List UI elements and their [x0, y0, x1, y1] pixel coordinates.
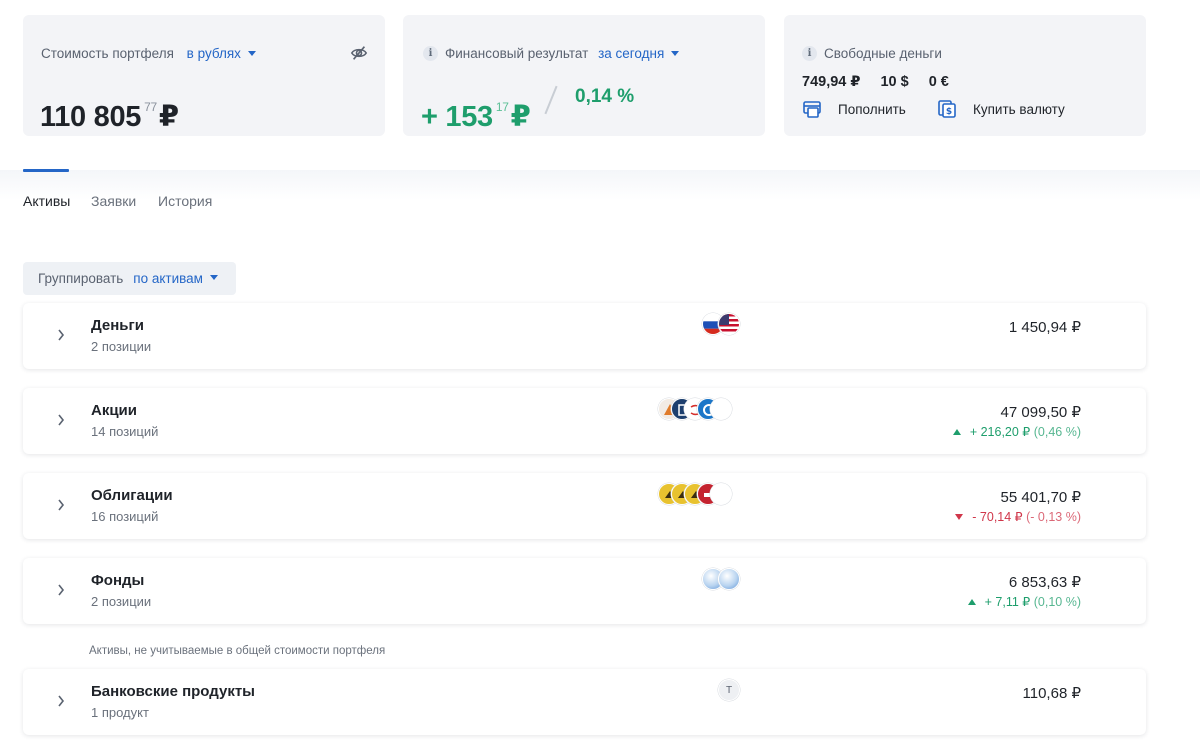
- chevron-right-icon: [58, 329, 65, 341]
- row-subtitle: 16 позиций: [91, 509, 159, 524]
- asset-row-bank-products[interactable]: Банковские продукты 1 продукт Т 110,68 ₽: [23, 669, 1146, 735]
- row-subtitle: 14 позиций: [91, 424, 159, 439]
- wallet-in-icon: [803, 101, 821, 118]
- fin-value-main: + 153: [421, 101, 493, 133]
- eye-slash-icon[interactable]: [350, 44, 368, 62]
- asset-row-funds[interactable]: Фонды 2 позиции 6 853,63 ₽ + 7,11 ₽ (0,1…: [23, 558, 1146, 624]
- arrow-up-icon: [967, 598, 976, 605]
- row-title: Облигации: [91, 487, 173, 504]
- portfolio-label: Стоимость портфеля: [41, 46, 174, 61]
- period-select[interactable]: за сегодня: [598, 46, 680, 61]
- currency-select[interactable]: в рублях: [187, 46, 256, 61]
- chevron-right-icon: [58, 499, 65, 511]
- svg-text:$: $: [946, 107, 952, 117]
- currency-select-label: в рублях: [186, 46, 241, 61]
- free-label-row: i Свободные деньги: [802, 45, 942, 62]
- row-title: Деньги: [91, 317, 144, 334]
- fin-value-frac: 17: [495, 100, 509, 114]
- free-label: Свободные деньги: [824, 46, 942, 61]
- asset-row-bonds[interactable]: Облигации 16 позиций 55 401,70 ₽ - 70,14…: [23, 473, 1146, 539]
- group-by-value: по активам: [133, 271, 203, 286]
- tab-orders[interactable]: Заявки: [91, 193, 136, 209]
- row-change-value: - 70,14 ₽: [972, 510, 1023, 524]
- buy-currency-button[interactable]: $ Купить валюту: [937, 98, 1065, 120]
- chevron-right-icon: [58, 584, 65, 596]
- row-change: + 216,20 ₽ (0,46 %): [952, 424, 1081, 439]
- row-value: 6 853,63 ₽: [1008, 574, 1081, 591]
- topup-button[interactable]: Пополнить: [802, 98, 906, 120]
- bond-logo-icon: [710, 483, 732, 505]
- topup-label: Пополнить: [838, 101, 906, 117]
- asset-row-stocks[interactable]: Акции 14 позиций 47 099,50 ₽ + 216,20 ₽ …: [23, 388, 1146, 454]
- arrow-up-icon: [952, 428, 961, 435]
- fin-label-row: i Финансовый результат за сегодня: [423, 45, 680, 62]
- row-change-value: + 216,20 ₽: [969, 425, 1031, 439]
- row-change: + 7,11 ₽ (0,10 %): [967, 594, 1081, 609]
- row-title: Акции: [91, 402, 138, 419]
- balance-eur: 0 €: [928, 74, 949, 90]
- row-subtitle: 1 продукт: [91, 705, 149, 720]
- row-value: 110,68 ₽: [1022, 685, 1081, 702]
- row-change-percent: (- 0,13 %): [1026, 510, 1081, 524]
- portfolio-label-row: Стоимость портфеля в рублях: [41, 46, 256, 61]
- free-money-card: i Свободные деньги 749,94 ₽ 10 $ 0 € Пополн…: [784, 15, 1146, 136]
- active-tab-indicator: [23, 169, 69, 172]
- chevron-right-icon: [58, 695, 65, 707]
- buy-currency-label: Купить валюту: [973, 101, 1065, 117]
- group-by-label: Группировать: [38, 271, 124, 286]
- fin-result-value: + 153 17₽: [421, 99, 531, 134]
- row-change-percent: (0,10 %): [1033, 595, 1081, 609]
- fin-label: Финансовый результат: [445, 46, 589, 61]
- tab-assets[interactable]: Активы: [23, 193, 70, 209]
- stock-logo-icon: [710, 398, 732, 420]
- divider-slash: [544, 85, 558, 115]
- bank-logo-icon: Т: [718, 679, 740, 701]
- info-icon[interactable]: i: [423, 45, 438, 61]
- row-title: Фонды: [91, 572, 145, 589]
- excluded-assets-note: Активы, не учитываемые в общей стоимости…: [89, 645, 386, 657]
- tab-history[interactable]: История: [158, 193, 212, 209]
- fin-result-percent: 0,14 %: [575, 86, 635, 107]
- asset-row-money[interactable]: Деньги 2 позиции 1 450,94 ₽: [23, 303, 1146, 369]
- row-change-value: + 7,11 ₽: [984, 595, 1031, 609]
- info-icon[interactable]: i: [802, 45, 817, 61]
- portfolio-currency-sign: ₽: [158, 101, 179, 133]
- portfolio-value-main: 110 805: [40, 101, 142, 133]
- row-change: - 70,14 ₽ (- 0,13 %): [955, 509, 1081, 524]
- chevron-right-icon: [58, 414, 65, 426]
- balance-rub: 749,94 ₽: [802, 74, 861, 90]
- row-value: 55 401,70 ₽: [1000, 489, 1081, 506]
- financial-result-card: i Финансовый результат за сегодня + 153 17…: [403, 15, 765, 136]
- row-subtitle: 2 позиции: [91, 339, 152, 354]
- usd-flag-icon: [718, 313, 740, 335]
- chevron-down-icon: [209, 275, 218, 280]
- balance-usd: 10 $: [880, 74, 909, 90]
- row-change-percent: (0,46 %): [1033, 425, 1081, 439]
- fin-currency-sign: ₽: [510, 101, 531, 133]
- portfolio-value-card: Стоимость портфеля в рублях 110 805 77₽: [23, 15, 385, 136]
- period-select-label: за сегодня: [598, 46, 665, 61]
- portfolio-value-frac: 77: [144, 100, 157, 114]
- row-subtitle: 2 позиции: [91, 594, 152, 609]
- chevron-down-icon: [671, 50, 680, 56]
- row-value: 47 099,50 ₽: [1000, 404, 1081, 421]
- fund-logo-icon: [718, 568, 740, 590]
- free-balances: 749,94 ₽ 10 $ 0 €: [802, 74, 969, 90]
- group-by-select[interactable]: Группировать по активам: [23, 262, 236, 295]
- row-value: 1 450,94 ₽: [1008, 319, 1081, 336]
- row-title: Банковские продукты: [91, 683, 255, 700]
- portfolio-value: 110 805 77₽: [40, 99, 179, 134]
- currency-exchange-icon: $: [938, 100, 956, 118]
- chevron-down-icon: [247, 50, 256, 56]
- arrow-down-icon: [955, 513, 964, 520]
